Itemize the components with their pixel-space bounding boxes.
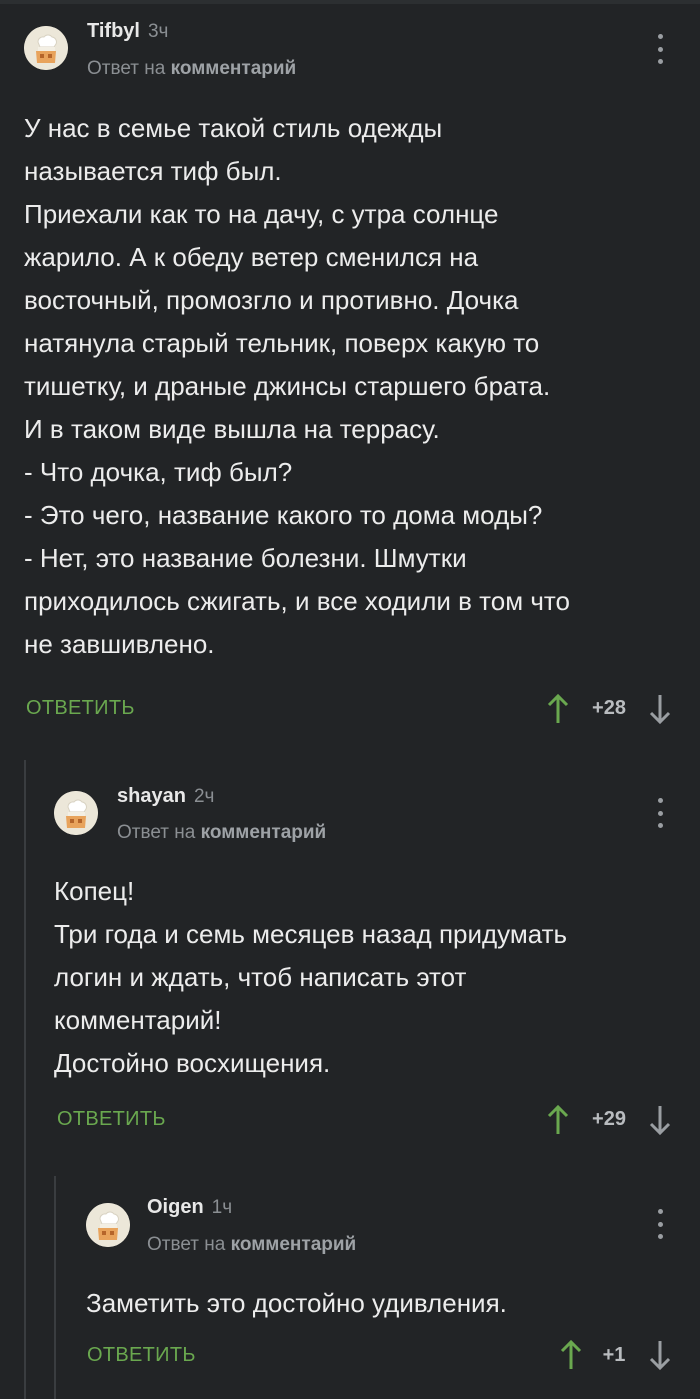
reply-prefix: Ответ на [87,58,166,79]
comment-time: 3ч [147,21,169,42]
arrow-up-icon[interactable] [560,1339,582,1371]
avatar[interactable] [24,26,68,70]
username-text[interactable]: Tifbyl [87,20,140,42]
thread-line-level-1 [24,760,26,1399]
reply-to-line: Ответ на комментарий [87,58,296,80]
username[interactable]: Tifbyl 3ч [87,20,168,43]
chef-avatar-icon [24,26,68,70]
chef-avatar-icon [54,791,98,835]
avatar[interactable] [54,791,98,835]
reply-prefix: Ответ на [117,822,196,843]
arrow-up-icon[interactable] [547,693,569,725]
arrow-up-icon[interactable] [547,1104,569,1136]
arrow-down-icon[interactable] [649,1339,671,1371]
reply-target-link[interactable]: комментарий [231,1234,357,1255]
username[interactable]: Oigen 1ч [147,1196,232,1219]
rating: +29 [592,1108,626,1130]
comment-time: 1ч [211,1197,233,1218]
reply-to-line: Ответ на комментарий [117,822,326,844]
username[interactable]: shayan 2ч [117,785,214,808]
comment-time: 2ч [193,786,215,807]
thread-line-level-2 [54,1176,56,1399]
reply-to-line: Ответ на комментарий [147,1234,356,1256]
comment-text: Копец! Три года и семь месяцев назад при… [54,876,568,1078]
arrow-down-icon[interactable] [649,693,671,725]
rating: +1 [602,1344,626,1366]
more-vertical-icon[interactable] [656,1209,664,1239]
reply-button[interactable]: ОТВЕТИТЬ [87,1344,196,1367]
more-vertical-icon[interactable] [656,34,664,64]
reply-target-link[interactable]: комментарий [201,822,327,843]
comment-text: Заметить это достойно удивления. [86,1288,507,1318]
reply-prefix: Ответ на [147,1234,226,1255]
reply-button[interactable]: ОТВЕТИТЬ [57,1108,166,1131]
more-vertical-icon[interactable] [656,798,664,828]
avatar[interactable] [86,1203,130,1247]
reply-button[interactable]: ОТВЕТИТЬ [26,697,135,720]
username-text[interactable]: Oigen [147,1196,204,1218]
rating: +28 [592,697,626,719]
arrow-down-icon[interactable] [649,1104,671,1136]
chef-avatar-icon [86,1203,130,1247]
top-divider [0,0,700,4]
comment-text: У нас в семье такой стиль одежды называе… [24,113,570,659]
username-text[interactable]: shayan [117,785,186,807]
reply-target-link[interactable]: комментарий [171,58,297,79]
